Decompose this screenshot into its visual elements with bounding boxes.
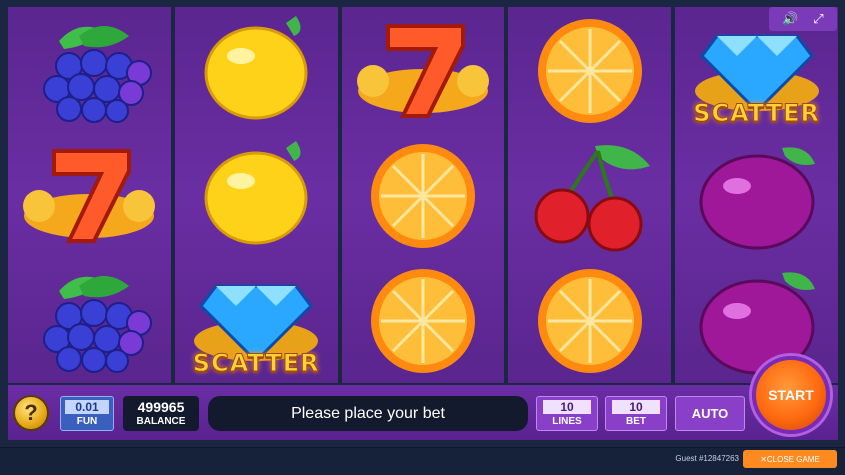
sound-icon[interactable]: 🔊 — [782, 11, 798, 27]
reel-1-row-2 — [8, 132, 171, 257]
reel-3-row-2 — [342, 132, 505, 257]
seven-symbol — [19, 136, 159, 254]
guest-label: Guest #12847263 — [675, 454, 739, 463]
reel-5-row-2 — [675, 132, 838, 257]
help-button[interactable]: ? — [13, 395, 49, 431]
cherries-symbol — [520, 136, 660, 254]
grapes-symbol — [19, 261, 159, 379]
fun-label: FUN — [76, 416, 98, 427]
plum-symbol — [687, 136, 827, 254]
reel-3-row-1 — [342, 7, 505, 132]
lines-selector[interactable]: 10 LINES — [536, 396, 598, 431]
reel-1-row-3 — [8, 258, 171, 383]
close-game-button[interactable]: ✕CLOSE GAME — [743, 450, 837, 468]
seven-symbol — [353, 11, 493, 129]
orange-symbol — [520, 11, 660, 129]
reel-2-row-3: SCATTER — [175, 258, 338, 383]
scatter-label: SCATTER — [693, 98, 820, 127]
reels: SCATTER SCATTER — [8, 7, 838, 383]
reel-4-row-2 — [508, 132, 671, 257]
message-display: Please place your bet — [208, 396, 528, 431]
top-controls: 🔊 ⤢ — [769, 7, 837, 31]
reel-4-row-3 — [508, 258, 671, 383]
fun-selector[interactable]: 0.01 FUN — [60, 396, 114, 431]
orange-symbol — [353, 261, 493, 379]
grapes-symbol — [19, 11, 159, 129]
game-frame: SCATTER SCATTER 🔊 ⤢ ? 0.01 FUN 499965 BA… — [0, 0, 845, 448]
control-bar: ? 0.01 FUN 499965 BALANCE Please place y… — [8, 385, 838, 440]
lines-label: LINES — [552, 416, 582, 427]
balance-label: BALANCE — [136, 416, 186, 427]
orange-symbol — [520, 261, 660, 379]
scatter-label: SCATTER — [192, 349, 320, 378]
lemon-symbol — [186, 11, 326, 129]
reel-2-row-1 — [175, 7, 338, 132]
start-button[interactable]: START — [752, 356, 830, 434]
auto-button[interactable]: AUTO — [675, 396, 745, 431]
reel-1 — [8, 7, 171, 383]
reel-5: SCATTER — [675, 7, 838, 383]
balance-display: 499965 BALANCE — [123, 396, 199, 431]
balance-value: 499965 — [137, 399, 185, 415]
bet-selector[interactable]: 10 BET — [605, 396, 667, 431]
lines-value: 10 — [543, 400, 591, 414]
reel-2: SCATTER — [174, 7, 338, 383]
reel-1-row-1 — [8, 7, 171, 132]
reel-3 — [341, 7, 505, 383]
orange-symbol — [353, 136, 493, 254]
reel-3-row-3 — [342, 258, 505, 383]
bet-value: 10 — [612, 400, 660, 414]
reel-2-row-2 — [175, 132, 338, 257]
lemon-symbol — [186, 136, 326, 254]
reel-4-row-1 — [508, 7, 671, 132]
fun-value: 0.01 — [65, 400, 109, 414]
reel-4 — [508, 7, 672, 383]
footer: Guest #12847263 ✕CLOSE GAME — [0, 448, 845, 475]
diamond-scatter-symbol: SCATTER — [186, 261, 326, 379]
fullscreen-icon[interactable]: ⤢ — [813, 11, 823, 27]
bet-label: BET — [626, 416, 646, 427]
